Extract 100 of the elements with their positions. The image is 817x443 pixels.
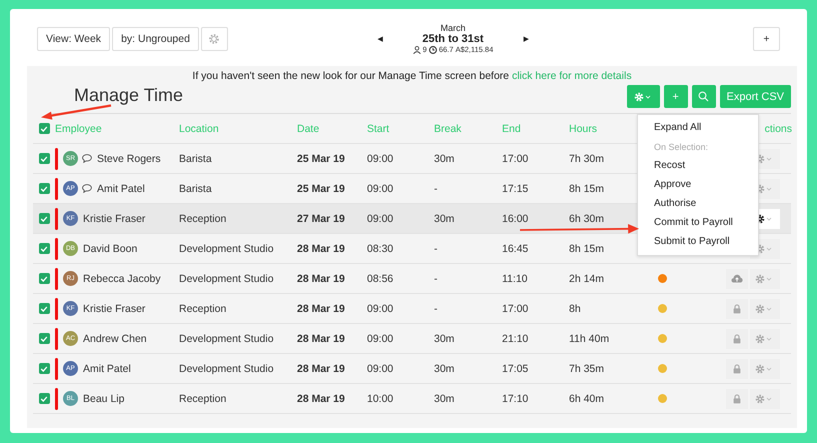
employee-name: Kristie Fraser [83,212,146,224]
annotation-bar [55,328,58,350]
lock-icon [733,334,741,344]
employee-name: Amit Patel [83,362,131,374]
settings-menu-button[interactable] [626,85,660,108]
date-cell: 27 Mar 19 [297,212,345,224]
menu-item[interactable]: Approve [638,175,758,194]
end-time-cell: 16:00 [502,212,528,224]
date-cell: 28 Mar 19 [297,242,345,254]
employee-name: Steve Rogers [97,152,161,164]
hours-cell: 2h 14m [569,272,604,284]
person-icon [412,46,421,54]
date-cell: 28 Mar 19 [297,362,345,374]
row-checkbox[interactable] [38,303,50,314]
lock-icon [733,394,741,404]
toolbar-button[interactable]: View: Week [37,26,110,50]
location-cell: Development Studio [179,332,274,344]
location-cell: Reception [179,302,226,314]
employee-name: Rebecca Jacoby [83,272,161,284]
search-icon [698,91,710,102]
gear-caret-icon [634,92,652,102]
lock-icon [733,364,741,374]
location-cell: Development Studio [179,242,274,254]
period-range: 25th to 31st [422,34,484,44]
menu-item[interactable]: Authorise [638,194,758,213]
menu-item[interactable]: Expand All [638,118,758,137]
end-time-cell: 17:00 [502,302,528,314]
employee-name: Andrew Chen [83,332,147,344]
date-cell: 28 Mar 19 [297,272,345,284]
menu-heading: On Selection: [653,141,710,154]
lock-button[interactable] [726,388,748,408]
search-button[interactable] [692,85,716,108]
row-checkbox[interactable] [38,153,50,164]
employee-name: Kristie Fraser [83,302,146,314]
annotation-bar [55,238,58,260]
lock-button[interactable] [726,358,748,378]
end-time-cell: 17:10 [502,392,528,404]
end-time-cell: 17:05 [502,362,528,374]
lock-button[interactable] [726,298,748,318]
start-time-cell: 09:00 [367,212,394,224]
location-cell: Barista [179,152,212,164]
start-time-cell: 09:00 [367,332,394,344]
page-title: Manage Time [74,85,184,107]
end-time-cell: 16:45 [502,242,528,254]
menu-item[interactable]: Commit to Payroll [638,213,758,232]
add-button[interactable]: + [752,26,780,50]
employee-name: David Boon [83,242,138,254]
break-cell: 30m [434,392,454,404]
menu-item[interactable]: Recost [638,156,758,175]
annotation-bar [55,148,58,170]
employee-name: Beau Lip [83,392,124,404]
end-time-cell: 21:10 [502,332,528,344]
date-cell: 28 Mar 19 [297,392,345,404]
location-cell: Reception [179,392,226,404]
row-checkbox[interactable] [38,213,50,224]
upload-button[interactable] [726,268,748,288]
hours-cell: 8h 15m [569,242,604,254]
date-cell: 25 Mar 19 [297,152,345,164]
end-time-cell: 17:15 [502,182,528,194]
start-time-cell: 10:00 [367,392,394,404]
location-cell: Development Studio [179,362,274,374]
row-checkbox[interactable] [38,273,50,284]
hours-cell: 6h 30m [569,212,604,224]
toolbar-button[interactable]: by: Ungrouped [112,26,199,50]
cloud-upload-icon [731,274,743,283]
row-checkbox[interactable] [38,333,50,344]
start-time-cell: 09:00 [367,152,394,164]
period-month: March [440,24,466,32]
end-time-cell: 11:10 [502,272,528,284]
hours-cell: 7h 35m [569,362,604,374]
break-cell: - [434,302,438,314]
start-time-cell: 08:56 [367,272,394,284]
break-cell: 30m [434,212,454,224]
clock-icon [428,46,437,54]
row-checkbox[interactable] [38,363,50,374]
hours-cell: 8h [569,302,581,314]
start-time-cell: 09:00 [367,362,394,374]
employee-name: Amit Patel [97,182,145,194]
date-cell: 28 Mar 19 [297,302,345,314]
hours-cell: 7h 30m [569,152,604,164]
settings-button[interactable] [200,26,228,50]
date-cell: 25 Mar 19 [297,182,345,194]
break-cell: 30m [434,362,454,374]
hours-cell: 11h 40m [569,332,610,344]
lock-icon [733,304,741,314]
date-cell: 28 Mar 19 [297,332,345,344]
menu-item[interactable]: Submit to Payroll [638,232,758,251]
lock-button[interactable] [726,328,748,348]
location-cell: Development Studio [179,272,274,284]
row-checkbox[interactable] [38,243,50,254]
location-cell: Barista [179,182,212,194]
gear-icon [208,32,220,44]
row-checkbox[interactable] [38,393,50,404]
row-checkbox[interactable] [38,183,50,194]
break-cell: 30m [434,332,454,344]
annotation-bar [55,358,58,380]
annotation-arrow [40,104,112,120]
start-time-cell: 08:30 [367,242,394,254]
select-all-checkbox[interactable] [38,123,50,134]
end-time-cell: 17:00 [502,152,528,164]
